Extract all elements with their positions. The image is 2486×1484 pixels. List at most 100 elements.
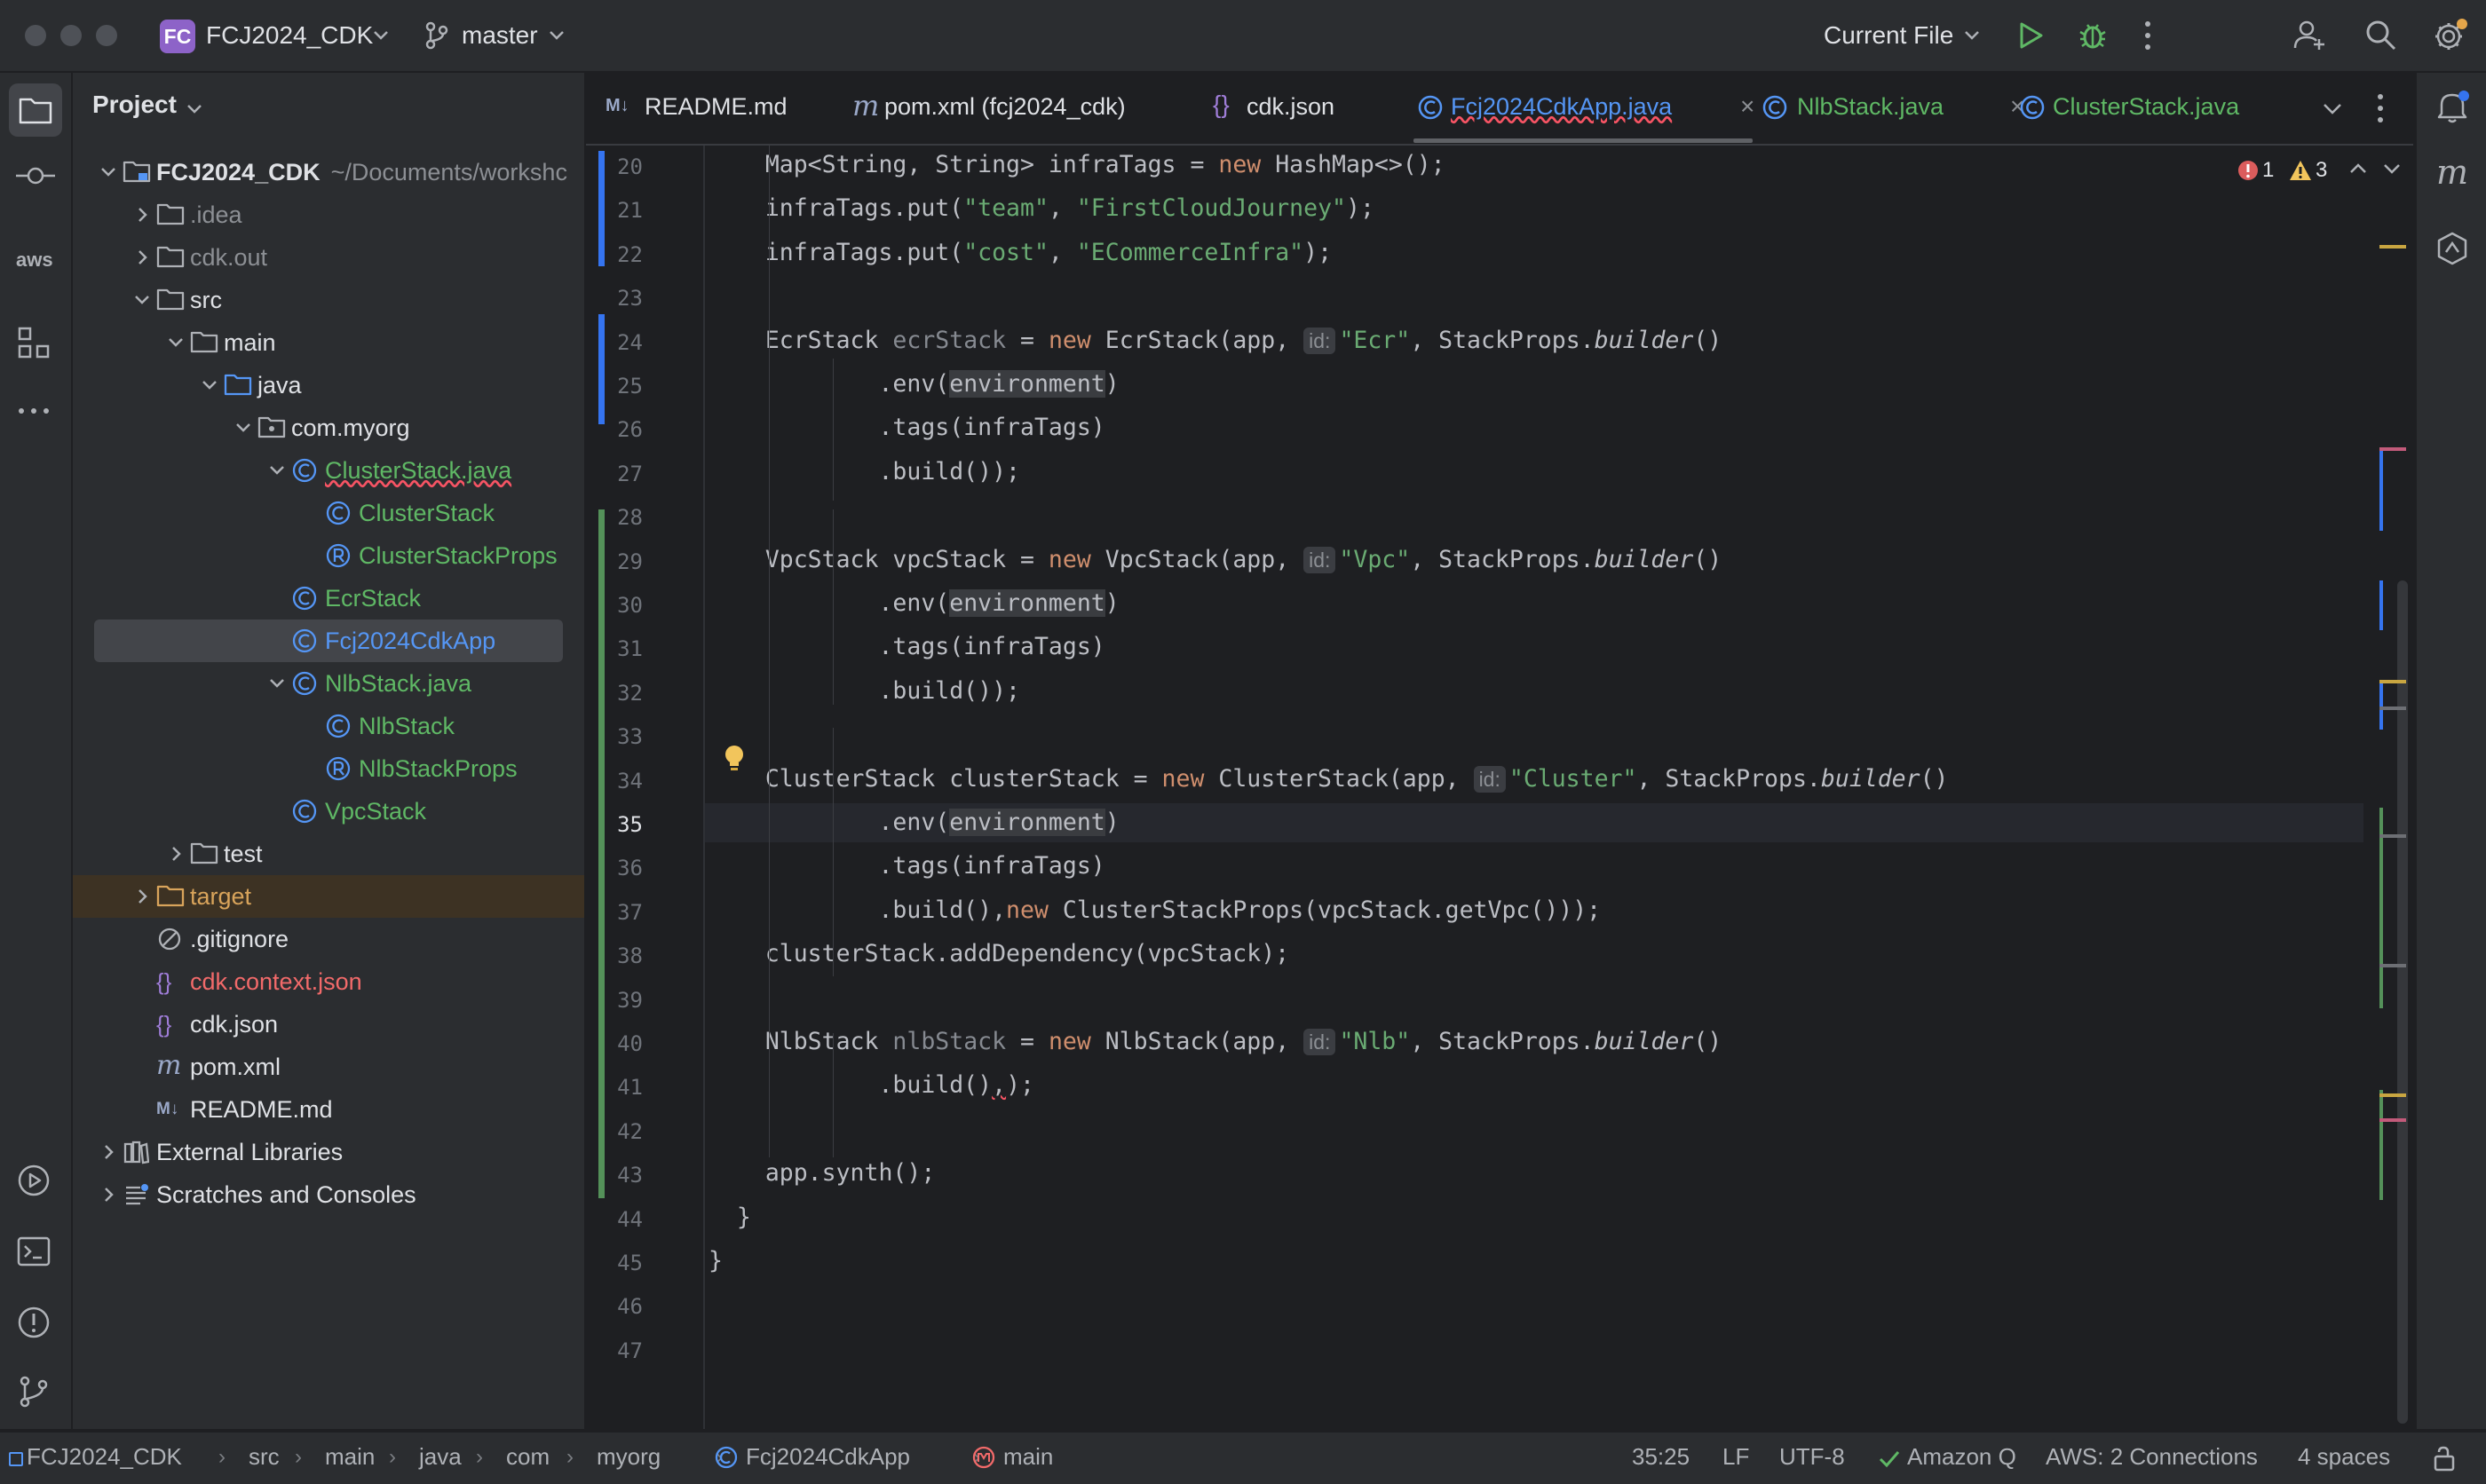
error-stripe[interactable] bbox=[2379, 146, 2413, 1429]
amazon-q-status[interactable]: Amazon Q bbox=[1907, 1443, 2016, 1471]
breadcrumb-class[interactable]: Fcj2024CdkApp bbox=[746, 1443, 910, 1471]
tree-item[interactable]: NlbStack bbox=[73, 705, 584, 747]
line-number[interactable]: 42 bbox=[586, 1119, 643, 1144]
more-actions-icon[interactable] bbox=[2143, 20, 2152, 51]
line-number[interactable]: 40 bbox=[586, 1031, 643, 1056]
code-line[interactable] bbox=[705, 1110, 2363, 1149]
project-badge[interactable]: FC bbox=[160, 20, 195, 53]
code-line[interactable]: .build()); bbox=[705, 672, 2363, 711]
read-only-lock-icon[interactable] bbox=[2433, 1445, 2456, 1472]
chevron-down-icon[interactable] bbox=[201, 376, 218, 394]
code-line[interactable] bbox=[705, 715, 2363, 754]
tab-list-chevron-icon[interactable] bbox=[2323, 103, 2342, 115]
line-number[interactable]: 37 bbox=[586, 900, 643, 925]
stripe-mark[interactable] bbox=[2379, 834, 2406, 838]
tree-item[interactable]: External Libraries bbox=[73, 1131, 584, 1173]
line-number[interactable]: 34 bbox=[586, 769, 643, 793]
tree-item[interactable]: ClusterStackProps bbox=[73, 534, 584, 577]
add-user-icon[interactable] bbox=[2292, 18, 2328, 53]
settings-icon[interactable] bbox=[2433, 18, 2468, 53]
aws-connections-status[interactable]: AWS: 2 Connections bbox=[2046, 1443, 2258, 1471]
code-line[interactable]: .build(),new ClusterStackProps(vpcStack.… bbox=[705, 891, 2363, 930]
code-line[interactable]: } bbox=[705, 1242, 2363, 1281]
breadcrumb-main[interactable]: main bbox=[325, 1443, 375, 1471]
stripe-mark[interactable] bbox=[2379, 706, 2406, 710]
caret-position[interactable]: 35:25 bbox=[1632, 1443, 1690, 1471]
error-stripe-mark[interactable] bbox=[2379, 447, 2406, 451]
line-number[interactable]: 26 bbox=[586, 417, 643, 442]
project-view-selector[interactable]: Project bbox=[92, 91, 177, 119]
tree-item[interactable]: main bbox=[73, 321, 584, 364]
tree-item[interactable]: VpcStack bbox=[73, 790, 584, 833]
line-number[interactable]: 28 bbox=[586, 505, 643, 530]
warning-stripe-mark[interactable] bbox=[2379, 245, 2406, 249]
tree-item[interactable]: ClusterStack bbox=[73, 492, 584, 534]
terminal-icon[interactable] bbox=[16, 1234, 51, 1269]
code-area[interactable]: Map<String, String> infraTags = new Hash… bbox=[705, 146, 2365, 1429]
file-encoding[interactable]: UTF-8 bbox=[1779, 1443, 1845, 1471]
code-line[interactable]: } bbox=[705, 1198, 2363, 1237]
tree-item[interactable]: Scratches and Consoles bbox=[73, 1173, 584, 1216]
code-line[interactable]: .env(environment) bbox=[705, 584, 2363, 623]
tree-item[interactable]: com.myorg bbox=[73, 407, 584, 449]
breadcrumb-java[interactable]: java bbox=[419, 1443, 462, 1471]
editor-gutter[interactable]: 20 21 22 23 24 25 26 27 28 29 30 31 32 33 34 35 36 37 38 39… bbox=[586, 146, 703, 1429]
code-line[interactable]: .env(environment) bbox=[705, 803, 2363, 842]
chevron-down-icon[interactable] bbox=[99, 163, 117, 181]
line-number[interactable]: 30 bbox=[586, 593, 643, 618]
maven-tool-icon[interactable]: m bbox=[2436, 153, 2468, 192]
line-number[interactable]: 43 bbox=[586, 1163, 643, 1188]
aws-toolkit-icon[interactable]: aws bbox=[16, 249, 53, 272]
tree-item[interactable]: src bbox=[73, 279, 584, 321]
warning-stripe-mark[interactable] bbox=[2379, 1093, 2406, 1097]
commit-icon[interactable] bbox=[16, 165, 55, 186]
code-line[interactable]: .tags(infraTags) bbox=[705, 847, 2363, 886]
line-number[interactable]: 24 bbox=[586, 330, 643, 355]
more-tool-windows-icon[interactable] bbox=[16, 407, 51, 415]
line-number[interactable]: 46 bbox=[586, 1294, 643, 1319]
tab-clusterstack-java[interactable]: ClusterStack.java bbox=[2014, 73, 2298, 144]
chevron-down-icon[interactable] bbox=[133, 291, 151, 309]
tab-fcj2024cdkapp-java[interactable]: Fcj2024CdkApp.java × bbox=[1412, 73, 1763, 144]
search-icon[interactable] bbox=[2365, 20, 2397, 51]
line-number[interactable]: 39 bbox=[586, 988, 643, 1013]
line-number[interactable]: 45 bbox=[586, 1251, 643, 1275]
previous-highlight-icon[interactable] bbox=[2349, 163, 2367, 174]
code-editor[interactable]: 20 21 22 23 24 25 26 27 28 29 30 31 32 33 34 35 36 37 38 39… bbox=[586, 146, 2413, 1429]
chevron-right-icon[interactable] bbox=[133, 206, 151, 224]
notifications-icon[interactable] bbox=[2435, 89, 2470, 124]
branch-selector[interactable]: master bbox=[462, 20, 538, 51]
code-line[interactable]: infraTags.put("cost", "ECommerceInfra"); bbox=[705, 233, 2363, 272]
line-number[interactable]: 44 bbox=[586, 1207, 643, 1232]
code-line[interactable] bbox=[705, 979, 2363, 1018]
chevron-right-icon[interactable] bbox=[133, 249, 151, 266]
project-tool-button[interactable] bbox=[9, 83, 62, 137]
code-line[interactable] bbox=[705, 1330, 2363, 1369]
tab-pom-xml[interactable]: m pom.xml (fcj2024_cdk) bbox=[845, 73, 1245, 144]
breadcrumb-src[interactable]: src bbox=[249, 1443, 280, 1471]
tab-cdk-json[interactable]: {} cdk.json bbox=[1207, 73, 1350, 144]
code-line[interactable]: .build()); bbox=[705, 453, 2363, 492]
code-line[interactable] bbox=[705, 496, 2363, 535]
line-number[interactable]: 31 bbox=[586, 636, 643, 661]
tab-options-icon[interactable] bbox=[2376, 92, 2385, 124]
line-number[interactable]: 21 bbox=[586, 198, 643, 223]
chevron-right-icon[interactable] bbox=[167, 845, 185, 863]
code-line[interactable]: VpcStack vpcStack = new VpcStack(app, id… bbox=[705, 541, 2363, 580]
chevron-right-icon[interactable] bbox=[133, 888, 151, 905]
tree-item[interactable]: EcrStack bbox=[73, 577, 584, 620]
tree-item[interactable]: .gitignore bbox=[73, 918, 584, 960]
tree-item[interactable]: cdk.out bbox=[73, 236, 584, 279]
git-icon[interactable] bbox=[16, 1374, 51, 1409]
tree-item[interactable]: FCJ2024_CDK ~/Documents/workshc bbox=[73, 151, 584, 193]
line-number[interactable]: 36 bbox=[586, 856, 643, 880]
tree-item[interactable]: Fcj2024CdkApp bbox=[94, 620, 563, 662]
chevron-down-icon[interactable] bbox=[167, 334, 185, 351]
chevron-right-icon[interactable] bbox=[99, 1186, 117, 1204]
debug-icon[interactable] bbox=[2078, 20, 2108, 51]
code-line[interactable]: .env(environment) bbox=[705, 365, 2363, 404]
stripe-mark[interactable] bbox=[2379, 964, 2406, 967]
line-number[interactable]: 25 bbox=[586, 374, 643, 399]
line-number[interactable]: 33 bbox=[586, 724, 643, 749]
line-number[interactable]: 41 bbox=[586, 1075, 643, 1100]
